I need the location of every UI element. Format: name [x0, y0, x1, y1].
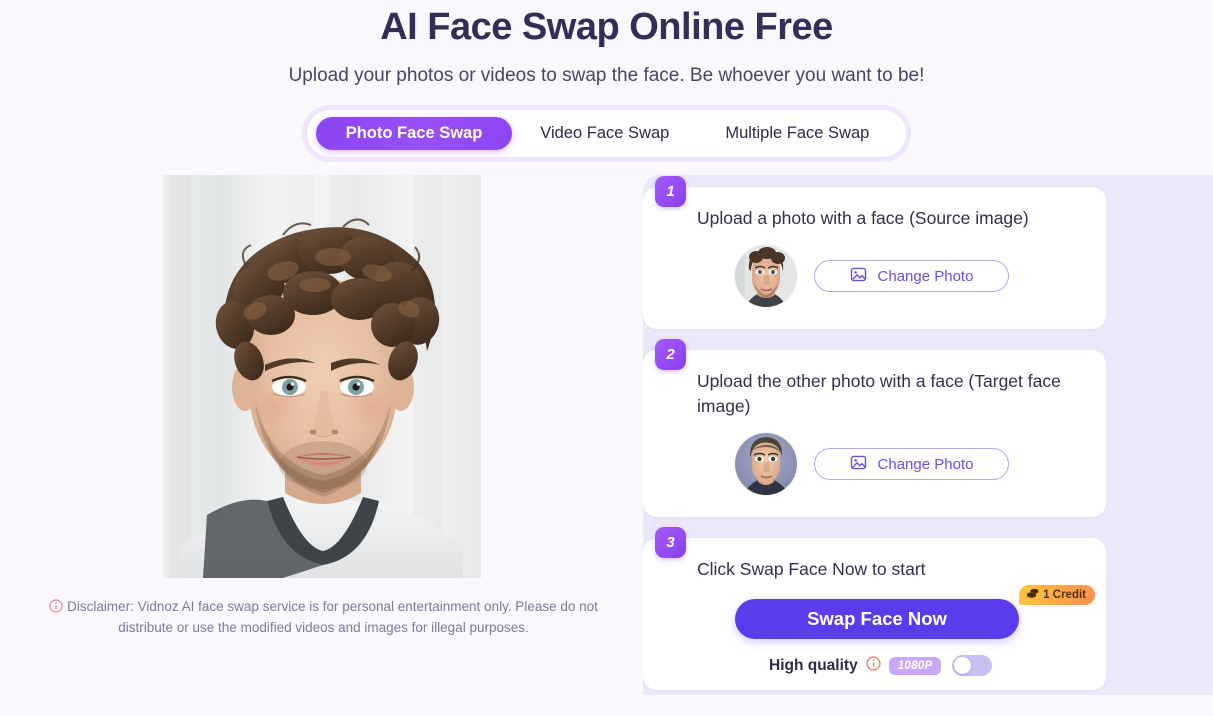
tabs-container: Photo Face Swap Video Face Swap Multiple…	[0, 110, 1213, 157]
change-photo-button-2[interactable]: Change Photo	[814, 448, 1009, 480]
steps-panel: 1 Upload a photo with a face (Source ima…	[643, 175, 1213, 695]
step-title-3: Click Swap Face Now to start	[697, 559, 926, 579]
step-row-1: Change Photo	[697, 245, 1080, 307]
image-icon	[850, 454, 867, 475]
disclaimer-text: Disclaimer: Vidnoz AI face swap service …	[67, 599, 598, 635]
image-icon	[850, 266, 867, 287]
info-circle-icon	[49, 599, 63, 618]
change-photo-label-1: Change Photo	[877, 267, 974, 285]
credit-badge-label: 1 Credit	[1043, 589, 1086, 601]
tab-video-face-swap[interactable]: Video Face Swap	[512, 117, 697, 150]
main-content: Disclaimer: Vidnoz AI face swap service …	[0, 175, 1213, 695]
swap-face-now-button[interactable]: Swap Face Now	[735, 599, 1019, 639]
preview-column: Disclaimer: Vidnoz AI face swap service …	[0, 175, 643, 695]
page-subtitle: Upload your photos or videos to swap the…	[288, 65, 925, 86]
info-circle-icon[interactable]	[866, 655, 881, 676]
step-number-badge-1: 1	[655, 176, 686, 207]
step-card-2: 2 Upload the other photo with a face (Ta…	[643, 339, 1106, 517]
high-quality-toggle[interactable]	[952, 655, 993, 676]
step-title-2: Upload the other photo with a face (Targ…	[697, 371, 1061, 416]
step-card-3: 3 Click Swap Face Now to start Swap Face…	[643, 527, 1106, 690]
tab-bar: Photo Face Swap Video Face Swap Multiple…	[306, 110, 907, 157]
change-photo-label-2: Change Photo	[877, 455, 974, 473]
target-face-thumbnail[interactable]	[735, 433, 797, 495]
high-quality-label: High quality	[769, 656, 858, 674]
toggle-knob	[954, 657, 972, 674]
preview-image[interactable]	[162, 175, 481, 578]
step-title-1: Upload a photo with a face (Source image…	[697, 208, 1029, 228]
source-face-thumbnail[interactable]	[735, 245, 797, 307]
high-quality-row: High quality 1080P	[697, 655, 1080, 676]
tab-photo-face-swap[interactable]: Photo Face Swap	[315, 117, 513, 150]
tab-multiple-face-swap[interactable]: Multiple Face Swap	[697, 117, 897, 150]
resolution-badge: 1080P	[888, 656, 942, 675]
coins-icon	[1026, 587, 1039, 603]
step-number-badge-3: 3	[655, 527, 686, 558]
page-header: AI Face Swap Online Free Upload your pho…	[0, 0, 1213, 89]
change-photo-button-1[interactable]: Change Photo	[814, 260, 1009, 292]
swap-action-area: Swap Face Now 1 Credit	[697, 585, 1095, 639]
step-number-badge-2: 2	[655, 339, 686, 370]
step-card-1: 1 Upload a photo with a face (Source ima…	[643, 176, 1106, 329]
disclaimer: Disclaimer: Vidnoz AI face swap service …	[42, 597, 602, 637]
credit-cost-badge: 1 Credit	[1019, 585, 1095, 605]
page-title: AI Face Swap Online Free	[380, 6, 833, 48]
step-row-2: Change Photo	[697, 433, 1080, 495]
